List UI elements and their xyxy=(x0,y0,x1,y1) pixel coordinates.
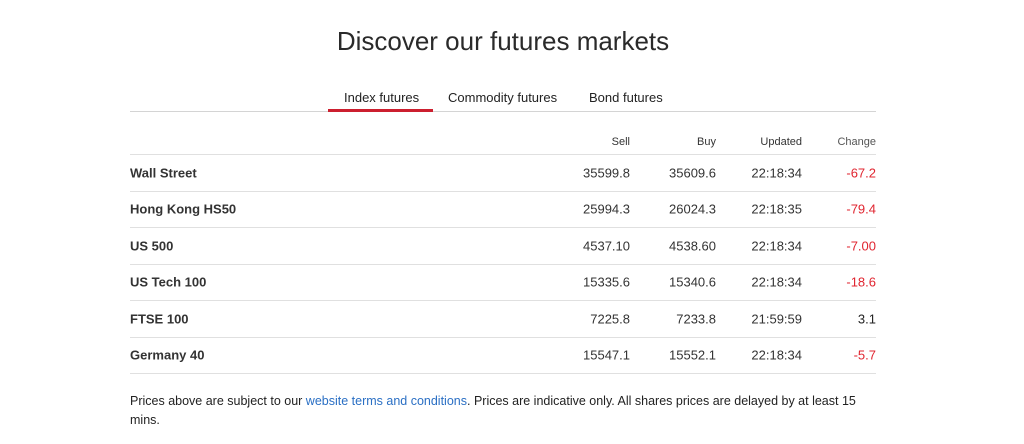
futures-table: Sell Buy Updated Change Wall Street 3559… xyxy=(130,130,876,374)
sell-price: 15335.6 xyxy=(583,274,630,290)
table-row[interactable]: FTSE 100 7225.8 7233.8 21:59:59 3.1 xyxy=(130,301,876,338)
updated-time: 22:18:34 xyxy=(751,274,802,290)
updated-time: 22:18:34 xyxy=(751,165,802,181)
header-updated: Updated xyxy=(760,136,802,148)
buy-price: 15552.1 xyxy=(669,347,716,363)
change-value: -18.6 xyxy=(846,274,876,290)
table-row[interactable]: US 500 4537.10 4538.60 22:18:34 -7.00 xyxy=(130,228,876,265)
table-row[interactable]: Germany 40 15547.1 15552.1 22:18:34 -5.7 xyxy=(130,338,876,374)
table-row[interactable]: US Tech 100 15335.6 15340.6 22:18:34 -18… xyxy=(130,265,876,301)
sell-price: 15547.1 xyxy=(583,347,630,363)
updated-time: 22:18:34 xyxy=(751,347,802,363)
buy-price: 7233.8 xyxy=(676,311,716,327)
terms-link[interactable]: website terms and conditions xyxy=(306,394,467,408)
change-value: -7.00 xyxy=(846,238,876,254)
market-name[interactable]: Germany 40 xyxy=(130,348,204,363)
header-sell: Sell xyxy=(611,136,630,148)
updated-time: 22:18:34 xyxy=(751,238,802,254)
market-name[interactable]: US 500 xyxy=(130,238,173,253)
market-name[interactable]: FTSE 100 xyxy=(130,311,189,326)
market-tabs: Index futures Commodity futures Bond fut… xyxy=(130,82,876,112)
table-row[interactable]: Wall Street 35599.8 35609.6 22:18:34 -67… xyxy=(130,155,876,192)
sell-price: 7225.8 xyxy=(590,311,630,327)
tab-commodity-futures[interactable]: Commodity futures xyxy=(448,90,557,105)
market-name[interactable]: Hong Kong HS50 xyxy=(130,202,236,217)
change-value: -79.4 xyxy=(846,201,876,217)
page-title: Discover our futures markets xyxy=(336,26,670,56)
price-disclaimer: Prices above are subject to our website … xyxy=(130,392,876,430)
active-tab-indicator xyxy=(328,109,433,112)
sell-price: 4537.10 xyxy=(583,238,630,254)
change-value: 3.1 xyxy=(857,311,876,327)
buy-price: 35609.6 xyxy=(669,165,716,181)
buy-price: 4538.60 xyxy=(669,238,716,254)
tab-index-futures[interactable]: Index futures xyxy=(344,90,419,105)
tab-bond-futures[interactable]: Bond futures xyxy=(589,90,663,105)
buy-price: 15340.6 xyxy=(669,274,716,290)
updated-time: 21:59:59 xyxy=(751,311,802,327)
header-change: Change xyxy=(837,136,876,148)
table-row[interactable]: Hong Kong HS50 25994.3 26024.3 22:18:35 … xyxy=(130,192,876,228)
sell-price: 25994.3 xyxy=(583,201,630,217)
updated-time: 22:18:35 xyxy=(751,201,802,217)
header-buy: Buy xyxy=(697,136,716,148)
buy-price: 26024.3 xyxy=(669,201,716,217)
market-name[interactable]: Wall Street xyxy=(130,165,197,180)
disclaimer-prefix: Prices above are subject to our xyxy=(130,394,306,408)
change-value: -67.2 xyxy=(846,165,876,181)
sell-price: 35599.8 xyxy=(583,165,630,181)
table-header: Sell Buy Updated Change xyxy=(130,130,876,155)
change-value: -5.7 xyxy=(853,347,876,363)
market-name[interactable]: US Tech 100 xyxy=(130,275,206,290)
